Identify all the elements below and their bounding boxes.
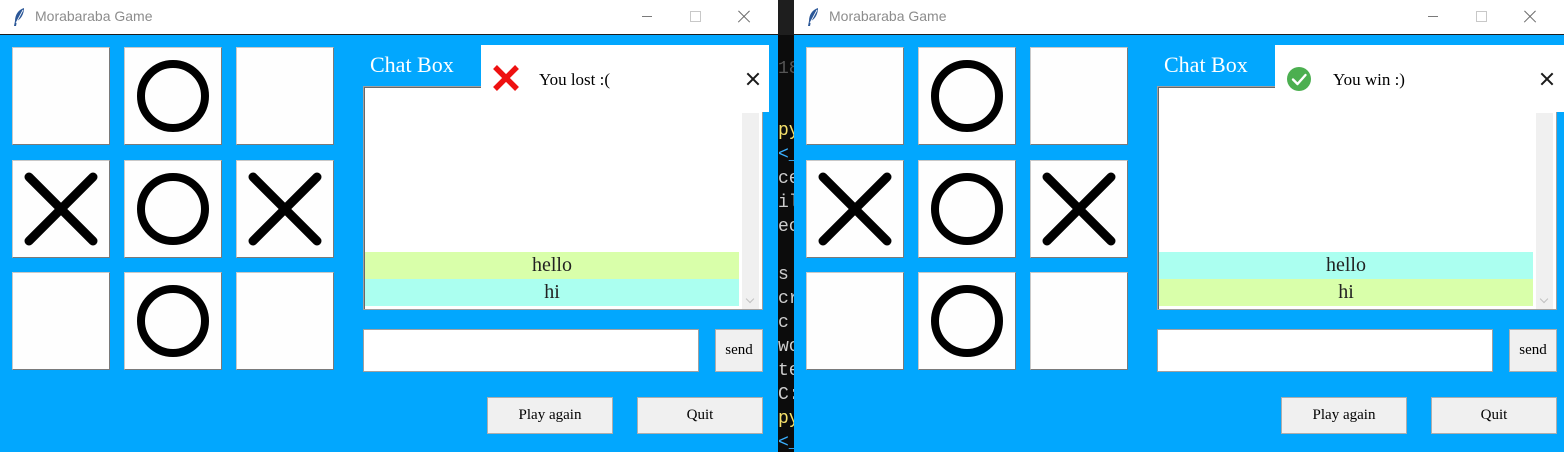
message-input[interactable] bbox=[363, 329, 699, 372]
o-mark-icon bbox=[931, 173, 1003, 245]
game-window-left: Morabaraba Game Chat Box hello hi send P… bbox=[0, 0, 778, 452]
feather-icon bbox=[808, 8, 818, 26]
notification-text: You win :) bbox=[1333, 70, 1405, 89]
terminal-line: cr bbox=[778, 289, 794, 309]
board-cell[interactable] bbox=[12, 160, 110, 258]
o-mark-icon bbox=[137, 285, 209, 357]
close-icon[interactable] bbox=[1539, 71, 1555, 87]
board-cell[interactable] bbox=[918, 47, 1016, 145]
board-cell[interactable] bbox=[236, 272, 334, 370]
board-cell[interactable] bbox=[1030, 160, 1128, 258]
board-cell[interactable] bbox=[806, 272, 904, 370]
o-mark-icon bbox=[137, 173, 209, 245]
board-cell[interactable] bbox=[236, 160, 334, 258]
board-cell[interactable] bbox=[806, 160, 904, 258]
chat-box-label: Chat Box bbox=[1164, 52, 1248, 77]
feather-icon bbox=[14, 8, 24, 26]
x-mark-icon bbox=[1042, 172, 1116, 246]
titlebar[interactable]: Morabaraba Game bbox=[0, 0, 778, 34]
terminal-line: py bbox=[778, 409, 794, 429]
close-button[interactable] bbox=[720, 0, 766, 34]
board-cell[interactable] bbox=[12, 47, 110, 145]
terminal-line: 180 bbox=[778, 59, 794, 79]
minimize-button[interactable] bbox=[1410, 0, 1456, 34]
window-title: Morabaraba Game bbox=[35, 8, 153, 24]
background-terminal: 180 py <_ ce il ec s cr c wo te C: py <_ bbox=[778, 35, 794, 452]
chat-scrollbar[interactable] bbox=[742, 113, 759, 309]
chat-box-label: Chat Box bbox=[370, 52, 454, 77]
quit-button[interactable]: Quit bbox=[1431, 397, 1557, 434]
terminal-line: ce bbox=[778, 169, 794, 189]
chat-box[interactable]: hello hi bbox=[363, 86, 763, 310]
chat-scrollbar[interactable] bbox=[1536, 113, 1553, 309]
board-cell[interactable] bbox=[918, 160, 1016, 258]
o-mark-icon bbox=[931, 285, 1003, 357]
board-cell[interactable] bbox=[918, 272, 1016, 370]
game-panel: Chat Box hello hi send Play again Quit Y… bbox=[0, 35, 778, 452]
play-again-button[interactable]: Play again bbox=[1281, 397, 1407, 434]
terminal-line: py bbox=[778, 121, 794, 141]
terminal-line: C: bbox=[778, 385, 794, 405]
terminal-line: s bbox=[778, 265, 789, 285]
send-button[interactable]: send bbox=[1509, 329, 1557, 372]
board-cell[interactable] bbox=[236, 47, 334, 145]
red-x-icon bbox=[493, 65, 519, 91]
window-title: Morabaraba Game bbox=[829, 8, 947, 24]
terminal-line: te bbox=[778, 361, 794, 381]
board-cell[interactable] bbox=[806, 47, 904, 145]
maximize-button[interactable] bbox=[1458, 0, 1504, 34]
game-panel: Chat Box hello hi send Play again Quit Y… bbox=[794, 35, 1564, 452]
chat-message: hello bbox=[1159, 252, 1533, 279]
result-notification: You lost :( bbox=[481, 45, 769, 112]
maximize-button[interactable] bbox=[672, 0, 718, 34]
terminal-line: <_ bbox=[778, 433, 794, 452]
terminal-line: c bbox=[778, 313, 789, 333]
chat-box[interactable]: hello hi bbox=[1157, 86, 1557, 310]
chat-message: hello bbox=[365, 252, 739, 279]
green-check-icon bbox=[1287, 67, 1311, 91]
minimize-button[interactable] bbox=[624, 0, 670, 34]
notification-text: You lost :( bbox=[539, 70, 611, 89]
quit-button[interactable]: Quit bbox=[637, 397, 763, 434]
o-mark-icon bbox=[137, 60, 209, 132]
board-cell[interactable] bbox=[124, 160, 222, 258]
close-icon[interactable] bbox=[745, 71, 761, 87]
board-cell[interactable] bbox=[124, 47, 222, 145]
x-mark-icon bbox=[24, 172, 98, 246]
board-cell[interactable] bbox=[1030, 47, 1128, 145]
result-notification: You win :) bbox=[1275, 45, 1564, 112]
terminal-titlebar bbox=[778, 0, 794, 35]
x-mark-icon bbox=[818, 172, 892, 246]
terminal-line: wo bbox=[778, 337, 794, 357]
terminal-line: <_ bbox=[778, 145, 794, 165]
game-window-right: Morabaraba Game Chat Box hello hi send P… bbox=[794, 0, 1564, 452]
terminal-line: ec bbox=[778, 217, 794, 237]
titlebar[interactable]: Morabaraba Game bbox=[794, 0, 1564, 34]
message-input[interactable] bbox=[1157, 329, 1493, 372]
o-mark-icon bbox=[931, 60, 1003, 132]
terminal-line: il bbox=[778, 193, 794, 213]
play-again-button[interactable]: Play again bbox=[487, 397, 613, 434]
send-button[interactable]: send bbox=[715, 329, 763, 372]
chat-message: hi bbox=[1159, 279, 1533, 306]
scroll-down-arrow-icon[interactable] bbox=[742, 292, 759, 309]
x-mark-icon bbox=[248, 172, 322, 246]
close-button[interactable] bbox=[1506, 0, 1552, 34]
chat-message: hi bbox=[365, 279, 739, 306]
scroll-down-arrow-icon[interactable] bbox=[1536, 292, 1553, 309]
board-cell[interactable] bbox=[124, 272, 222, 370]
board-cell[interactable] bbox=[1030, 272, 1128, 370]
board-cell[interactable] bbox=[12, 272, 110, 370]
